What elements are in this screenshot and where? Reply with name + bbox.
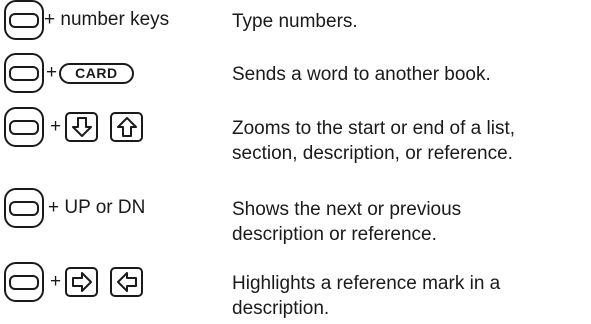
description-line: description or reference. xyxy=(232,224,437,245)
combo-text: + number keys xyxy=(44,9,170,30)
plus-sign: + xyxy=(46,62,58,83)
description-line: description. xyxy=(232,298,330,319)
modifier-key-icon xyxy=(4,107,44,147)
shortcut-description: Highlights a reference mark in a descrip… xyxy=(232,271,500,321)
key-combination: + UP or DN xyxy=(4,188,145,228)
card-key-icon: CARD xyxy=(59,62,134,84)
plus-sign: + xyxy=(50,116,62,137)
down-arrow-key-icon xyxy=(65,112,99,142)
up-arrow-key-icon xyxy=(110,112,144,142)
shortcut-description: Shows the next or previous description o… xyxy=(232,197,461,247)
key-combination: + xyxy=(4,107,144,147)
description-line: Sends a word to another book. xyxy=(232,64,491,85)
description-line: Highlights a reference mark in a xyxy=(232,273,501,294)
shortcut-description: Sends a word to another book. xyxy=(232,62,491,87)
modifier-key-icon xyxy=(4,262,44,302)
shortcut-description: Type numbers. xyxy=(232,9,358,34)
combo-text: + UP or DN xyxy=(48,197,146,218)
modifier-key-icon xyxy=(4,53,44,93)
modifier-key-icon xyxy=(4,0,44,40)
description-line: Type numbers. xyxy=(232,11,358,32)
description-line: Zooms to the start or end of a list, xyxy=(232,118,516,139)
left-arrow-key-icon xyxy=(110,267,144,297)
key-combination: + xyxy=(4,262,144,302)
key-combination: + CARD xyxy=(4,53,134,93)
right-arrow-key-icon xyxy=(65,267,99,297)
description-line: section, description, or reference. xyxy=(232,143,513,164)
description-line: Shows the next or previous xyxy=(232,199,462,220)
plus-sign: + xyxy=(50,271,62,292)
key-reference-page: { "rows": [ { "combo_text": "+ number ke… xyxy=(0,0,591,324)
modifier-key-icon xyxy=(4,188,44,228)
key-combination: + number keys xyxy=(4,0,169,40)
shortcut-description: Zooms to the start or end of a list, sec… xyxy=(232,116,515,166)
